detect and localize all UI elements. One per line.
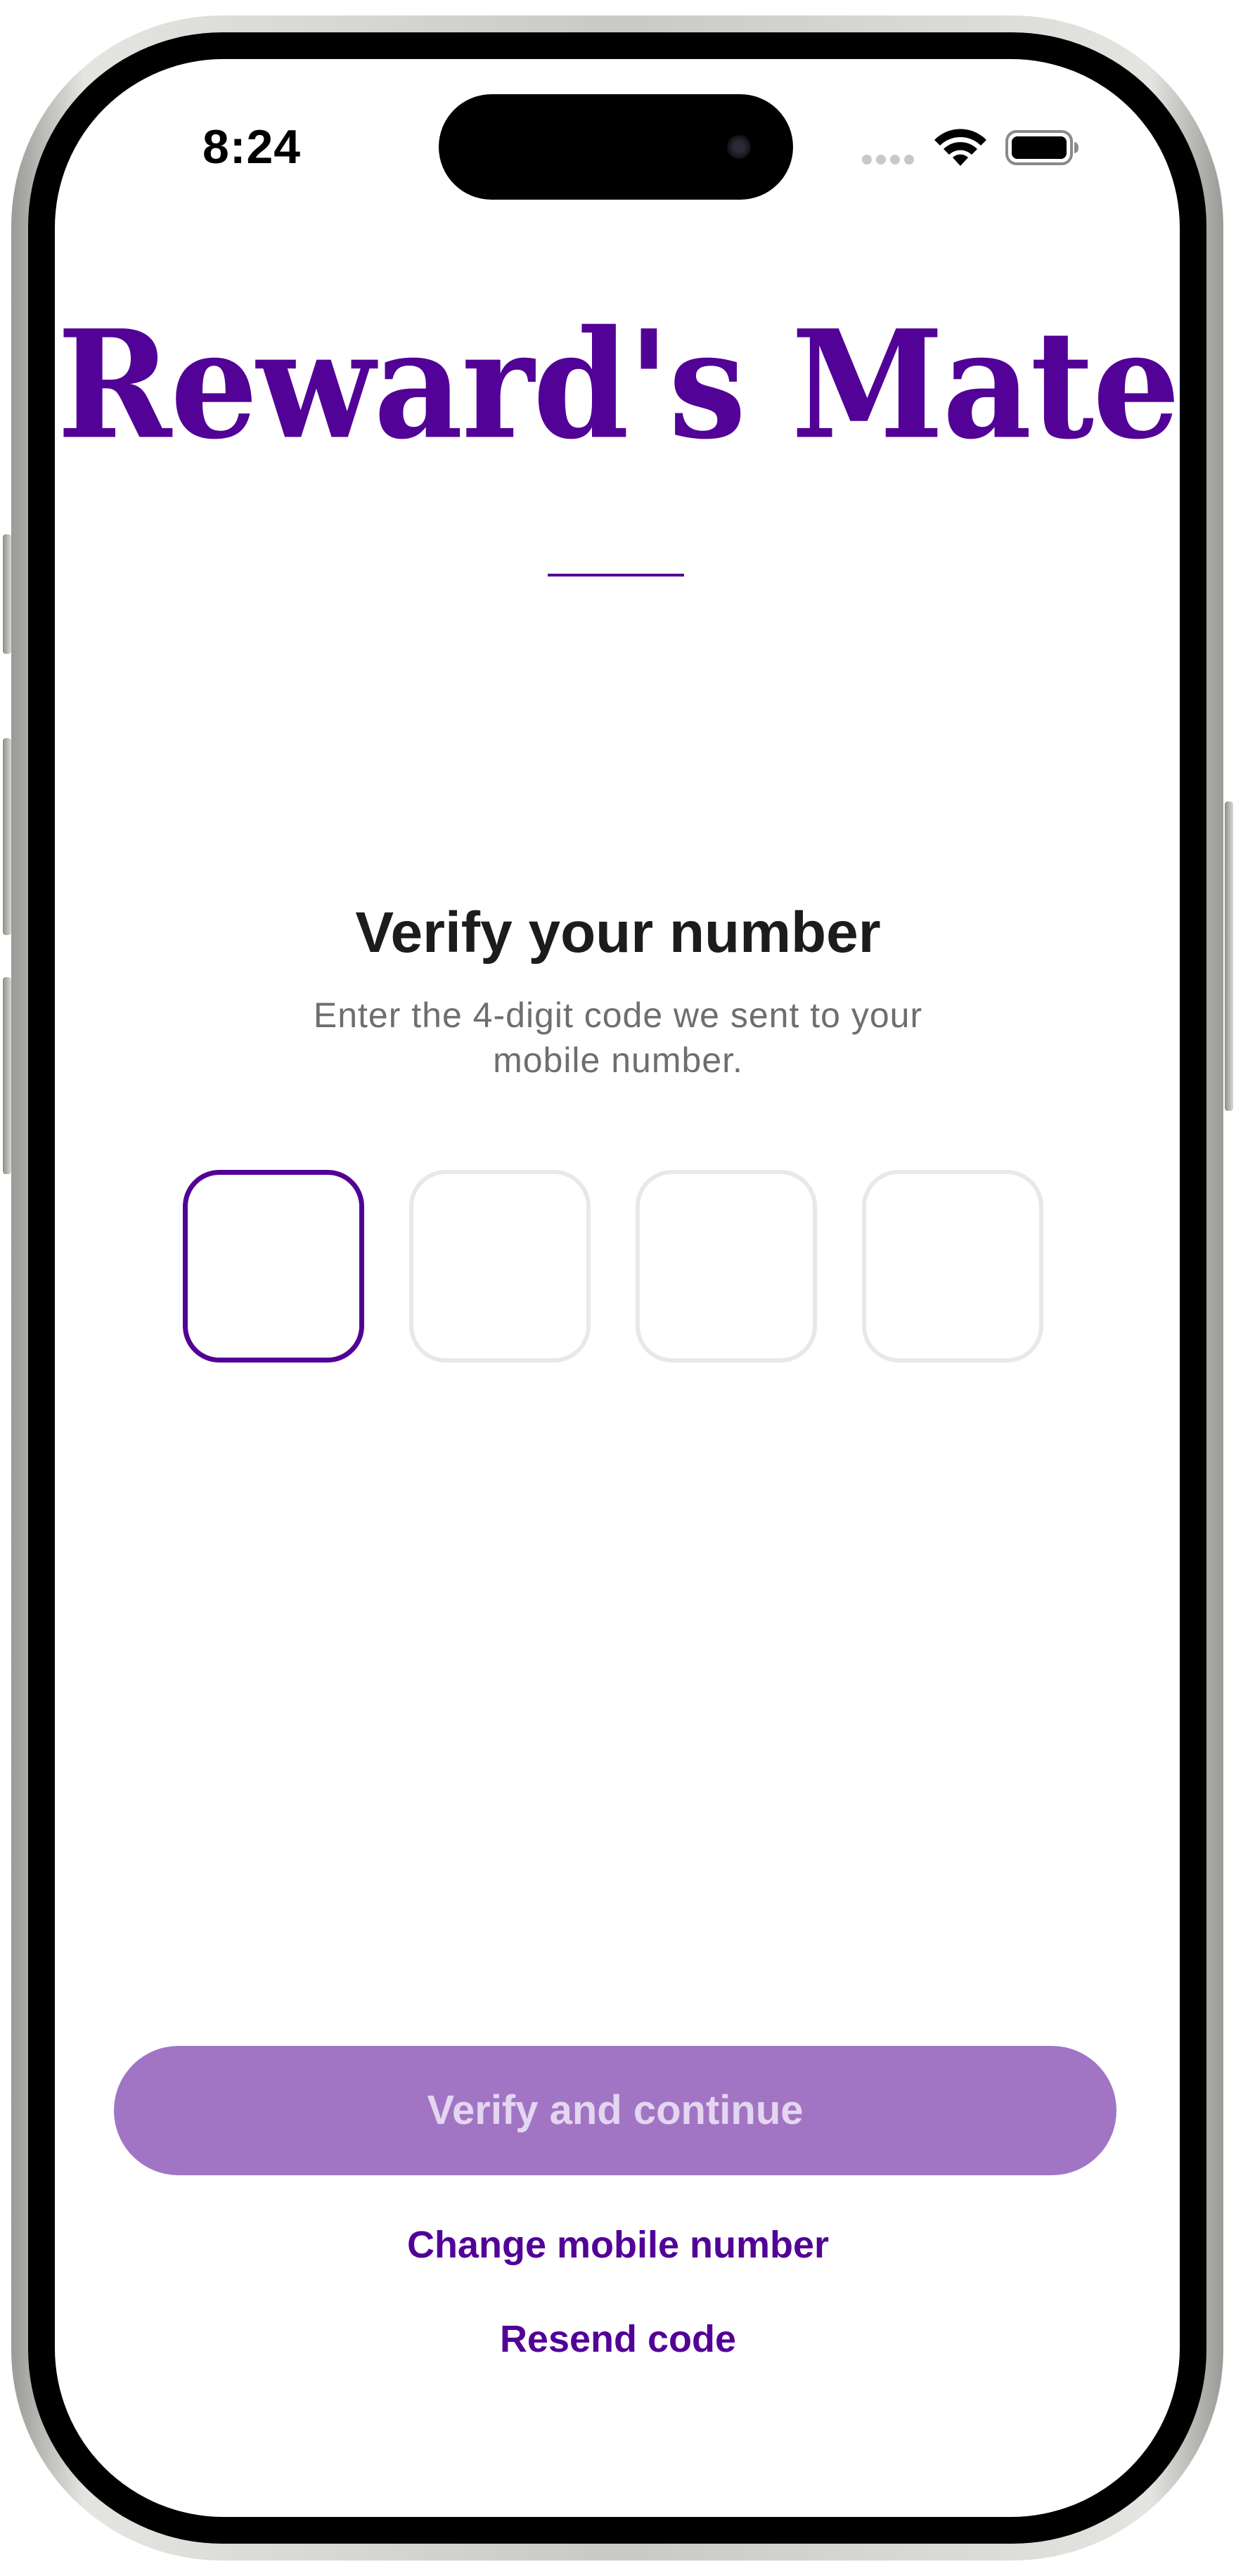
action-button (3, 534, 11, 654)
code-digit-input-2[interactable] (409, 1170, 591, 1363)
wifi-icon (934, 129, 986, 166)
app-title: Reward's Mate (57, 297, 1180, 473)
battery-icon (1005, 130, 1079, 165)
status-time: 8:24 (202, 120, 302, 174)
verify-heading: Verify your number (355, 901, 881, 965)
code-digit-input-3[interactable] (636, 1170, 817, 1363)
verify-subtitle: Enter the 4-digit code we sent to your m… (313, 996, 923, 1080)
cellular-signal-icon (862, 155, 914, 165)
dynamic-island (439, 94, 793, 200)
code-digit-input-4[interactable] (862, 1170, 1043, 1363)
camera-icon (727, 135, 751, 159)
change-mobile-number-link[interactable]: Change mobile number (0, 2223, 1236, 2267)
volume-down-button (3, 977, 11, 1174)
code-digit-input-1[interactable] (183, 1170, 364, 1363)
verify-and-continue-button[interactable]: Verify and continue (114, 2046, 1116, 2175)
title-divider (548, 574, 684, 577)
resend-code-link[interactable]: Resend code (0, 2317, 1236, 2361)
